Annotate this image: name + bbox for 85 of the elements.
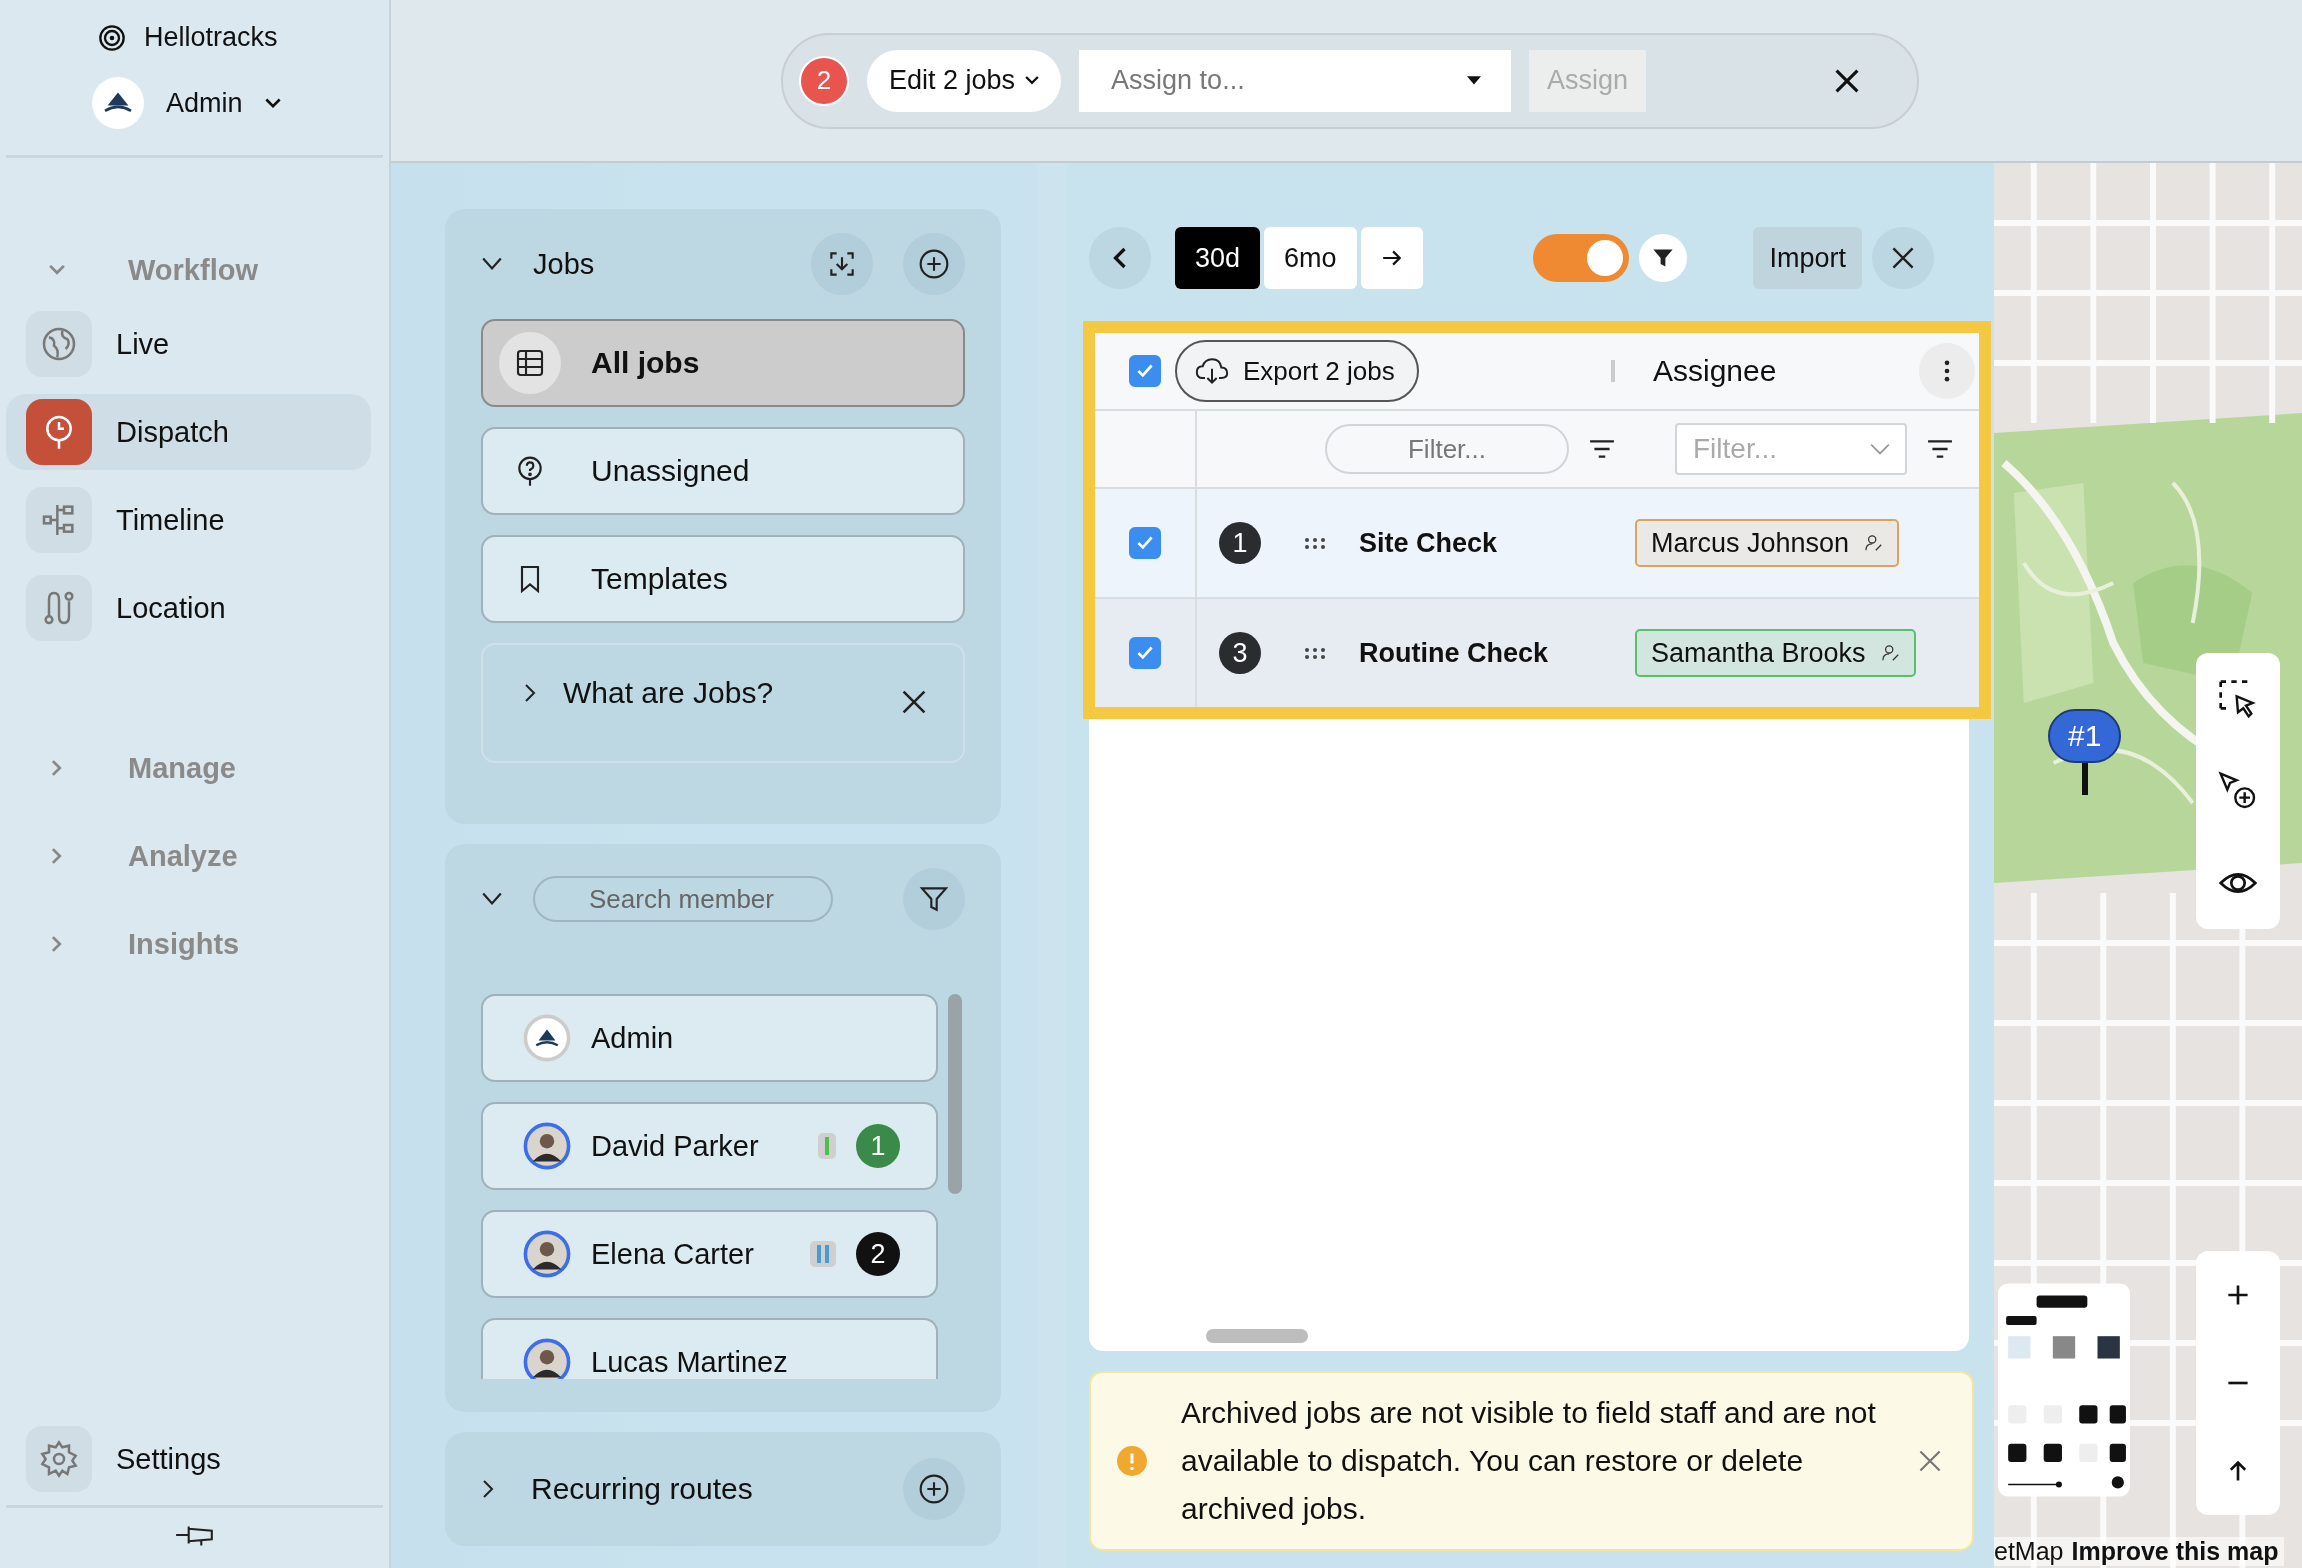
assign-to-input[interactable]: Assign to... <box>1109 64 1468 97</box>
settings-icon <box>26 1426 92 1492</box>
arrow-right-icon <box>1380 249 1403 267</box>
timeline-icon <box>26 487 92 553</box>
member-item[interactable]: Admin <box>481 994 938 1082</box>
member-item[interactable]: David Parker 1 <box>481 1102 938 1190</box>
filter-select[interactable]: Filter... <box>1675 423 1907 475</box>
job-title: Site Check <box>1359 527 1499 559</box>
edit-jobs-menu[interactable]: Edit 2 jobs <box>867 49 1062 112</box>
nav-item[interactable]: Live <box>6 306 371 382</box>
horizontal-scrollbar[interactable] <box>1206 1329 1308 1343</box>
company-logo-icon <box>92 77 144 129</box>
avatar-icon <box>523 1338 571 1379</box>
person-edit-icon <box>1881 644 1900 662</box>
assignee-tag[interactable]: Marcus Johnson <box>1635 519 1900 567</box>
nav-item[interactable]: Timeline <box>6 482 371 558</box>
person-edit-icon <box>1865 534 1884 552</box>
globe-icon <box>26 311 92 377</box>
sort-icon[interactable] <box>1589 439 1615 459</box>
avatar-icon <box>523 1230 571 1278</box>
chevron-down-icon[interactable] <box>481 891 503 907</box>
search-input[interactable]: Search member <box>587 882 811 916</box>
search-member-field[interactable]: Search member <box>533 876 833 922</box>
company-logo-icon <box>523 1014 571 1062</box>
selection-count-badge: 2 <box>799 55 849 106</box>
dropdown-arrow-icon <box>1467 75 1482 86</box>
table-row[interactable]: 1 Site Check Marcus Johnson <box>1095 489 1979 599</box>
filter-input[interactable]: Filter... <box>1691 432 1869 466</box>
drag-handle-icon[interactable] <box>1303 536 1327 550</box>
close-icon[interactable] <box>901 689 927 715</box>
drag-handle-icon[interactable] <box>1303 646 1327 660</box>
member-item[interactable]: Elena Carter 2 <box>481 1210 938 1298</box>
caret-icon <box>264 97 281 109</box>
notice-text: Archived jobs are not visible to field staff and are not available to dispatch. You can restore or delete archived jobs. <box>1180 1395 1877 1527</box>
caret-icon <box>1025 75 1040 86</box>
attribution-text: etMap <box>1994 1537 2064 1566</box>
select-all-checkbox[interactable] <box>1129 355 1161 387</box>
chevron-down-icon <box>1869 442 1891 456</box>
toggle-switch[interactable] <box>1532 234 1629 282</box>
filter-button[interactable] <box>1638 234 1687 282</box>
zoom-in-icon[interactable] <box>2226 1283 2250 1307</box>
brand-name: Hellotracks <box>144 22 278 53</box>
signpost-icon <box>26 399 92 465</box>
export-button[interactable]: Export 2 jobs <box>1175 340 1419 402</box>
panel-title: Recurring routes <box>531 1472 754 1506</box>
job-view-item[interactable]: Unassigned <box>481 427 965 515</box>
help-title[interactable]: What are Jobs? <box>563 676 875 710</box>
chevron-right-icon[interactable] <box>523 683 537 703</box>
improve-map-link[interactable]: Improve this map <box>2071 1537 2279 1566</box>
assign-to-select[interactable]: Assign to... <box>1079 49 1512 112</box>
row-checkbox[interactable] <box>1129 637 1161 669</box>
chevron-down-icon[interactable] <box>481 256 503 272</box>
row-checkbox[interactable] <box>1129 527 1161 559</box>
close-icon <box>1891 246 1915 270</box>
scrollbar[interactable] <box>948 994 962 1194</box>
avatar-icon <box>523 1122 571 1170</box>
job-count-badge: 2 <box>856 1232 900 1276</box>
logo-icon <box>98 23 126 52</box>
settings-item[interactable]: Settings <box>6 1421 371 1497</box>
selection-cursor-icon[interactable] <box>2218 679 2258 719</box>
warning-icon <box>1117 1446 1147 1476</box>
job-count-badge: 1 <box>856 1124 900 1168</box>
filter-field[interactable]: Filter... <box>1325 424 1569 474</box>
job-number-badge: 3 <box>1219 632 1261 674</box>
close-icon[interactable] <box>1834 67 1861 94</box>
cloud-download-icon <box>1195 357 1229 385</box>
nav-item[interactable]: Location <box>6 570 371 646</box>
job-number-badge: 1 <box>1219 522 1261 564</box>
account-menu[interactable]: Admin <box>0 53 389 155</box>
route-icon <box>26 575 92 641</box>
add-point-icon[interactable] <box>2218 771 2258 811</box>
panel-title: Jobs <box>533 247 596 281</box>
member-item[interactable]: Lucas Martinez <box>481 1318 938 1379</box>
assignee-tag[interactable]: Samantha Brooks <box>1635 629 1916 677</box>
nav-item[interactable]: Dispatch <box>6 394 371 470</box>
column-header: Assignee <box>1652 354 1778 388</box>
chevron-right-icon[interactable] <box>481 1479 495 1499</box>
job-view-item[interactable]: Templates <box>481 535 965 623</box>
import-button[interactable]: Import <box>1753 227 1862 289</box>
sort-icon[interactable] <box>1927 439 1953 459</box>
job-view-item[interactable]: All jobs <box>481 319 965 407</box>
range-tab[interactable]: 30d <box>1175 227 1261 289</box>
table-row[interactable]: 3 Routine Check Samantha Brooks <box>1095 599 1979 707</box>
job-title: Routine Check <box>1359 637 1550 669</box>
range-tab[interactable]: 6mo <box>1264 227 1357 289</box>
